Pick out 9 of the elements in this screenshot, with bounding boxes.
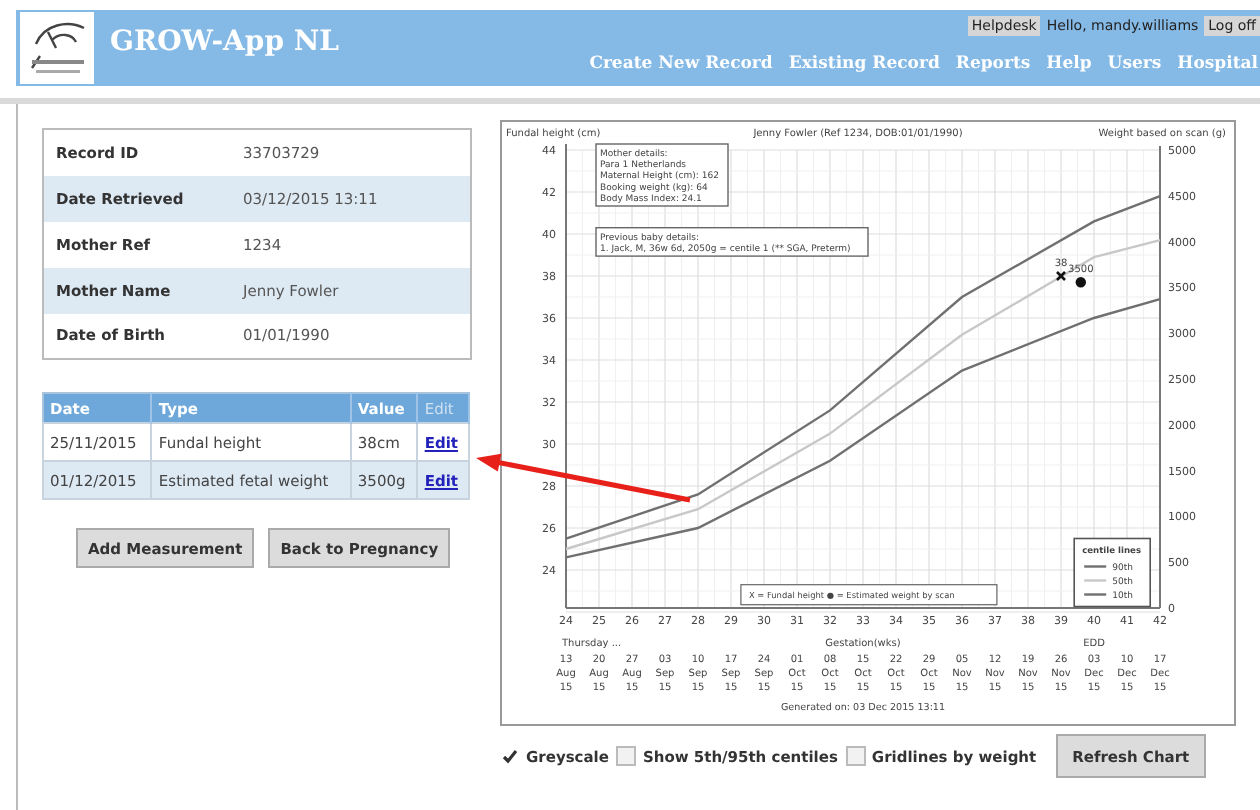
- weight-marker: [1075, 277, 1086, 288]
- app-title: GROW-App NL: [110, 26, 340, 58]
- legend-box: [1073, 537, 1151, 608]
- institute-logo: [20, 12, 94, 84]
- checkbox[interactable]: [500, 746, 520, 766]
- mother-details-box: [595, 143, 729, 207]
- checkbox[interactable]: [845, 746, 866, 766]
- checkbox[interactable]: [616, 746, 637, 766]
- fundal-height-marker: [1055, 270, 1067, 282]
